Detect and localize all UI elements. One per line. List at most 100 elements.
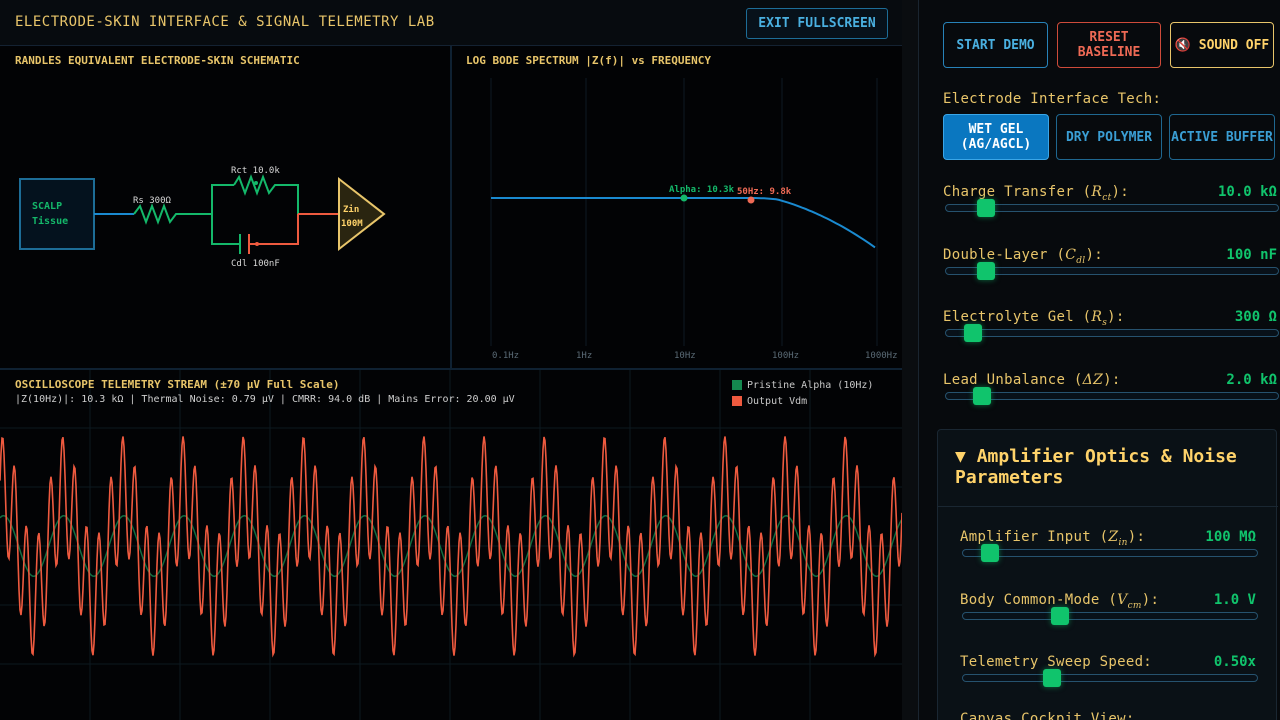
optics-section: ▼ Amplifier Optics & Noise Parameters Am… <box>937 429 1278 720</box>
scalp-label: SCALP <box>32 201 62 212</box>
legend-label-vdm: Output Vdm <box>747 395 808 407</box>
electrode-slider-value-0: 10.0 kΩ <box>1217 184 1277 200</box>
splitter-handle[interactable] <box>902 0 918 720</box>
tech-dry-polymer-button[interactable]: DRY POLYMER <box>1056 114 1162 160</box>
zin-value-label: 100M <box>341 219 363 229</box>
optics-slider-track-0[interactable] <box>962 549 1258 557</box>
electrode-slider-paren-open-0: ( <box>1073 184 1092 200</box>
scope-legend: Pristine Alpha (10Hz) Output Vdm <box>732 377 873 409</box>
mute-icon: 🔇 <box>1174 37 1191 53</box>
rs-label: Rs 300Ω <box>133 196 172 206</box>
electrode-slider-paren-open-2: ( <box>1073 309 1092 326</box>
electrode-slider-label-text-0: Charge Transfer <box>943 184 1074 200</box>
optics-slider-value-0: 100 MΩ <box>1205 529 1256 545</box>
electrode-slider-label-text-2: Electrolyte Gel <box>943 309 1074 326</box>
alpha-marker-dot <box>680 194 688 202</box>
tech-wet-gel-button[interactable]: WET GEL (AG/AGCL) <box>943 114 1049 160</box>
canvas-view-label: Canvas Cockpit View: <box>960 711 1135 720</box>
optics-slider-thumb-0[interactable] <box>981 544 1000 562</box>
legend-item-alpha: Pristine Alpha (10Hz) <box>732 377 873 393</box>
electrode-slider-label-3: Lead Unbalance (ΔZ): <box>943 372 1121 391</box>
bode-tick-3: 100Hz <box>772 351 799 361</box>
optics-slider-value-2: 0.50x <box>1213 654 1256 670</box>
tech-label: Electrode Interface Tech: <box>943 91 1162 107</box>
mains-marker-label: 50Hz: 9.8k <box>737 187 792 197</box>
electrode-slider-track-2[interactable] <box>945 329 1279 338</box>
optics-slider-symbol-0: Z <box>1108 529 1119 545</box>
schematic-svg: SCALP Tissue Rs 300Ω Rct 10.0k Cdl 100nF… <box>19 166 386 269</box>
zin-label: Zin <box>343 204 359 215</box>
cdl-label: Cdl 100nF <box>231 259 280 269</box>
electrode-slider-symbol-3: ΔZ <box>1082 372 1104 389</box>
collapse-triangle-icon: ▼ <box>955 446 966 467</box>
electrode-slider-label-1: Double-Layer (Cdl): <box>943 247 1103 266</box>
electrode-slider-thumb-2[interactable] <box>963 324 982 343</box>
electrode-slider-paren-open-3: ( <box>1065 372 1083 389</box>
electrode-slider-label-text-1: Double-Layer <box>943 246 1048 263</box>
optics-slider-value-1: 1.0 V <box>1213 591 1256 608</box>
electrode-slider-symbol-0: R <box>1091 184 1103 200</box>
cdl-branch-wire <box>211 214 240 245</box>
electrode-slider-value-1: 100 nF <box>1226 246 1277 263</box>
bode-plot: 0.1Hz 1Hz 10Hz 100Hz 1000Hz Alpha: 10.3k 50Hz:… <box>490 78 898 361</box>
optics-slider-thumb-2[interactable] <box>1042 669 1061 687</box>
rct-node <box>254 181 258 185</box>
optics-section-header[interactable]: ▼ Amplifier Optics & Noise Parameters <box>938 430 1278 507</box>
optics-slider-label-text-1: Body Common-Mode <box>960 591 1100 608</box>
bode-tick-1: 1Hz <box>576 351 592 361</box>
optics-slider-symbol-1: V <box>1117 591 1128 608</box>
bode-tick-4: 1000Hz <box>865 351 898 361</box>
cdl-node <box>255 242 259 246</box>
tech-active-buffer-button[interactable]: ACTIVE BUFFER <box>1169 114 1275 160</box>
rct-branch-wire <box>211 184 234 214</box>
optics-slider-track-2[interactable] <box>962 674 1258 682</box>
exit-fullscreen-button[interactable]: EXIT FULLSCREEN <box>746 8 888 39</box>
electrode-slider-paren-open-1: ( <box>1047 246 1066 263</box>
mains-marker-dot <box>747 196 755 204</box>
electrode-slider-thumb-1[interactable] <box>976 261 995 280</box>
app-title: ELECTRODE-SKIN INTERFACE & SIGNAL TELEME… <box>15 14 435 30</box>
electrode-slider-thumb-0[interactable] <box>976 199 995 217</box>
bode-magnitude-curve <box>491 197 876 249</box>
optics-slider-thumb-1[interactable] <box>1050 606 1069 625</box>
scalp-tissue-block <box>19 178 95 250</box>
title-bar: ELECTRODE-SKIN INTERFACE & SIGNAL TELEME… <box>0 0 902 46</box>
start-demo-button[interactable]: START DEMO <box>943 22 1048 68</box>
optics-section-title: ▼ Amplifier Optics & Noise Parameters <box>955 446 1265 488</box>
electrode-slider-value-2: 300 Ω <box>1234 309 1277 326</box>
bode-tick-2: 10Hz <box>674 351 696 361</box>
legend-swatch-alpha <box>732 380 742 390</box>
electrode-slider-thumb-3[interactable] <box>973 387 992 406</box>
electrode-slider-symbol-1: C <box>1065 246 1077 263</box>
electrode-slider-symbol-2: R <box>1091 309 1103 326</box>
alpha-marker-label: Alpha: 10.3k <box>669 185 735 195</box>
electrode-slider-paren-close-2: ): <box>1107 309 1125 326</box>
oscilloscope-trace <box>0 370 902 720</box>
rct-label: Rct 10.0k <box>231 166 280 176</box>
electrode-slider-track-3[interactable] <box>945 392 1279 401</box>
electrode-slider-track-0[interactable] <box>945 204 1279 212</box>
optics-slider-label-2: Telemetry Sweep Speed: <box>960 654 1152 670</box>
cdl-return-wire <box>249 214 299 245</box>
bode-tick-0: 0.1Hz <box>492 351 519 361</box>
rs-resistor <box>133 203 212 225</box>
oscilloscope-panel: OSCILLOSCOPE TELEMETRY STREAM (±70 µV Fu… <box>0 370 902 720</box>
reset-baseline-button[interactable]: RESET BASELINE <box>1057 22 1161 68</box>
sound-toggle-button[interactable]: 🔇 SOUND OFF <box>1170 22 1274 68</box>
electrode-slider-paren-close-1: ): <box>1085 246 1103 263</box>
schematic-panel: RANDLES EQUIVALENT ELECTRODE-SKIN SCHEMA… <box>0 46 450 368</box>
control-sidebar: START DEMO RESET BASELINE 🔇 SOUND OFF El… <box>918 0 1280 720</box>
optics-slider-paren-open-1: ( <box>1099 591 1118 608</box>
bode-panel: LOG BODE SPECTRUM |Z(f)| vs FREQUENCY 0.… <box>452 46 902 368</box>
scope-title: OSCILLOSCOPE TELEMETRY STREAM (±70 µV Fu… <box>15 378 340 391</box>
electrode-slider-paren-close-3: ): <box>1103 372 1121 389</box>
scope-readout: |Z(10Hz)|: 10.3 kΩ | Thermal Noise: 0.79… <box>15 394 515 405</box>
sound-label: SOUND OFF <box>1198 37 1270 53</box>
optics-slider-track-1[interactable] <box>962 611 1258 620</box>
tissue-label: Tissue <box>32 215 68 227</box>
legend-label-alpha: Pristine Alpha (10Hz) <box>747 379 874 391</box>
electrode-slider-track-1[interactable] <box>945 266 1279 275</box>
rct-resistor <box>233 174 299 214</box>
electrode-slider-label-text-3: Lead Unbalance <box>943 372 1066 389</box>
electrode-slider-label-0: Charge Transfer (Rct): <box>943 184 1129 203</box>
